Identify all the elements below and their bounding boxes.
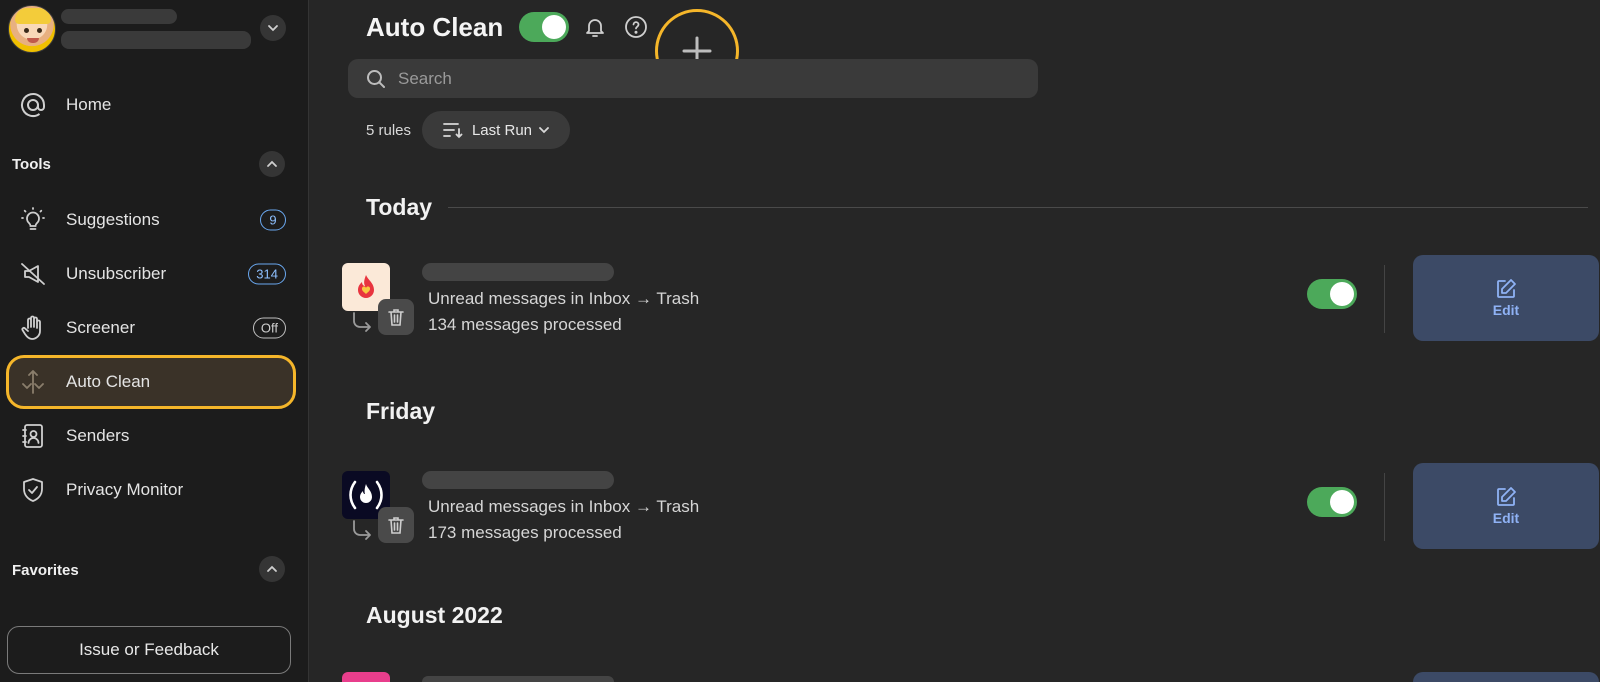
main-content: Auto Clean Search 5 rules Last Run Today… <box>310 0 1600 682</box>
redirect-arrow-icon <box>353 312 371 332</box>
trash-icon <box>388 309 404 326</box>
rule-name-redacted <box>422 676 614 682</box>
rule-enabled-toggle[interactable] <box>1307 487 1357 517</box>
sender-logo <box>342 672 390 682</box>
chevron-down-icon <box>268 25 278 32</box>
sidebar-item-screener[interactable]: Screener Off <box>6 301 296 355</box>
rule-description: Unread messages in Inbox → Trash <box>428 289 700 308</box>
at-sign-icon <box>18 90 48 120</box>
tools-section-heading: Tools <box>12 156 51 173</box>
rule-row: Unread messages in Inbox → Trash 173 mes… <box>342 463 1600 553</box>
edit-label: Edit <box>1492 510 1520 526</box>
sidebar-item-home[interactable]: Home <box>6 78 296 132</box>
search-icon <box>367 69 385 88</box>
screener-status-badge: Off <box>252 317 286 339</box>
unsubscriber-count-badge: 314 <box>248 263 286 285</box>
tools-collapse-button[interactable] <box>259 151 285 177</box>
bell-icon[interactable] <box>583 15 607 44</box>
account-name-redacted <box>61 9 177 24</box>
avatar[interactable] <box>8 5 56 53</box>
sort-label: Last Run <box>471 121 533 139</box>
divider <box>1384 265 1385 333</box>
group-heading-friday: Friday <box>366 398 436 424</box>
shield-check-icon <box>18 475 48 505</box>
rule-name-redacted <box>422 263 614 281</box>
edit-icon <box>1497 487 1516 506</box>
sidebar-item-label: Unsubscriber <box>66 264 167 283</box>
favorites-collapse-button[interactable] <box>259 556 285 582</box>
account-menu-button[interactable] <box>260 15 286 41</box>
sidebar-item-privacy-monitor[interactable]: Privacy Monitor <box>6 463 296 517</box>
sort-icon <box>443 123 463 139</box>
contact-book-icon <box>18 421 48 451</box>
sidebar-item-label: Screener <box>66 318 135 337</box>
account-email-redacted <box>61 31 251 49</box>
chevron-up-icon <box>267 565 277 572</box>
group-divider <box>448 207 1588 208</box>
rules-count: 5 rules <box>366 122 412 139</box>
rule-processed-count: 134 messages processed <box>428 315 622 334</box>
chevron-down-icon <box>539 127 549 134</box>
edit-rule-button[interactable] <box>1413 672 1599 682</box>
rule-name-redacted <box>422 471 614 489</box>
search-bar[interactable]: Search <box>348 59 1038 98</box>
sidebar: Home Tools Suggestions 9 Unsubscriber 31… <box>0 0 309 682</box>
sidebar-item-suggestions[interactable]: Suggestions 9 <box>6 193 296 247</box>
issue-feedback-button[interactable]: Issue or Feedback <box>7 626 291 674</box>
edit-rule-button[interactable]: Edit <box>1413 463 1599 549</box>
page-title: Auto Clean <box>366 12 504 42</box>
sidebar-item-senders[interactable]: Senders <box>6 409 296 463</box>
auto-clean-icon <box>18 367 48 397</box>
account-switcher[interactable] <box>8 5 298 53</box>
lightbulb-icon <box>18 205 48 235</box>
edit-label: Edit <box>1492 302 1520 318</box>
favorites-section-heading: Favorites <box>12 562 79 579</box>
sidebar-item-label: Suggestions <box>66 210 160 229</box>
edit-rule-button[interactable]: Edit <box>1413 255 1599 341</box>
sidebar-item-auto-clean[interactable]: Auto Clean <box>6 355 296 409</box>
suggestions-count-badge: 9 <box>260 209 286 231</box>
help-icon[interactable] <box>624 15 648 44</box>
trash-icon <box>388 517 404 534</box>
rule-description: Unread messages in Inbox → Trash <box>428 497 700 516</box>
rule-enabled-toggle[interactable] <box>1307 279 1357 309</box>
redirect-arrow-icon <box>353 520 371 540</box>
edit-icon <box>1497 279 1516 298</box>
megaphone-off-icon <box>18 259 48 289</box>
auto-clean-master-toggle[interactable] <box>519 12 569 42</box>
hand-icon <box>18 313 48 343</box>
delete-rule-button[interactable] <box>378 507 414 543</box>
group-heading-august-2022: August 2022 <box>366 602 503 628</box>
chevron-up-icon <box>267 160 277 167</box>
sidebar-item-label: Privacy Monitor <box>66 480 184 499</box>
delete-rule-button[interactable] <box>378 299 414 335</box>
sidebar-item-label: Home <box>66 95 112 114</box>
sidebar-item-label: Auto Clean <box>66 372 151 391</box>
search-input[interactable]: Search <box>398 69 452 89</box>
sidebar-item-label: Senders <box>66 426 130 445</box>
sort-dropdown[interactable]: Last Run <box>422 111 570 149</box>
group-heading-today: Today <box>366 194 433 220</box>
rule-processed-count: 173 messages processed <box>428 523 622 542</box>
sidebar-item-unsubscriber[interactable]: Unsubscriber 314 <box>6 247 296 301</box>
rule-row: Unread messages in Inbox → Trash 134 mes… <box>342 255 1600 345</box>
divider <box>1384 473 1385 541</box>
